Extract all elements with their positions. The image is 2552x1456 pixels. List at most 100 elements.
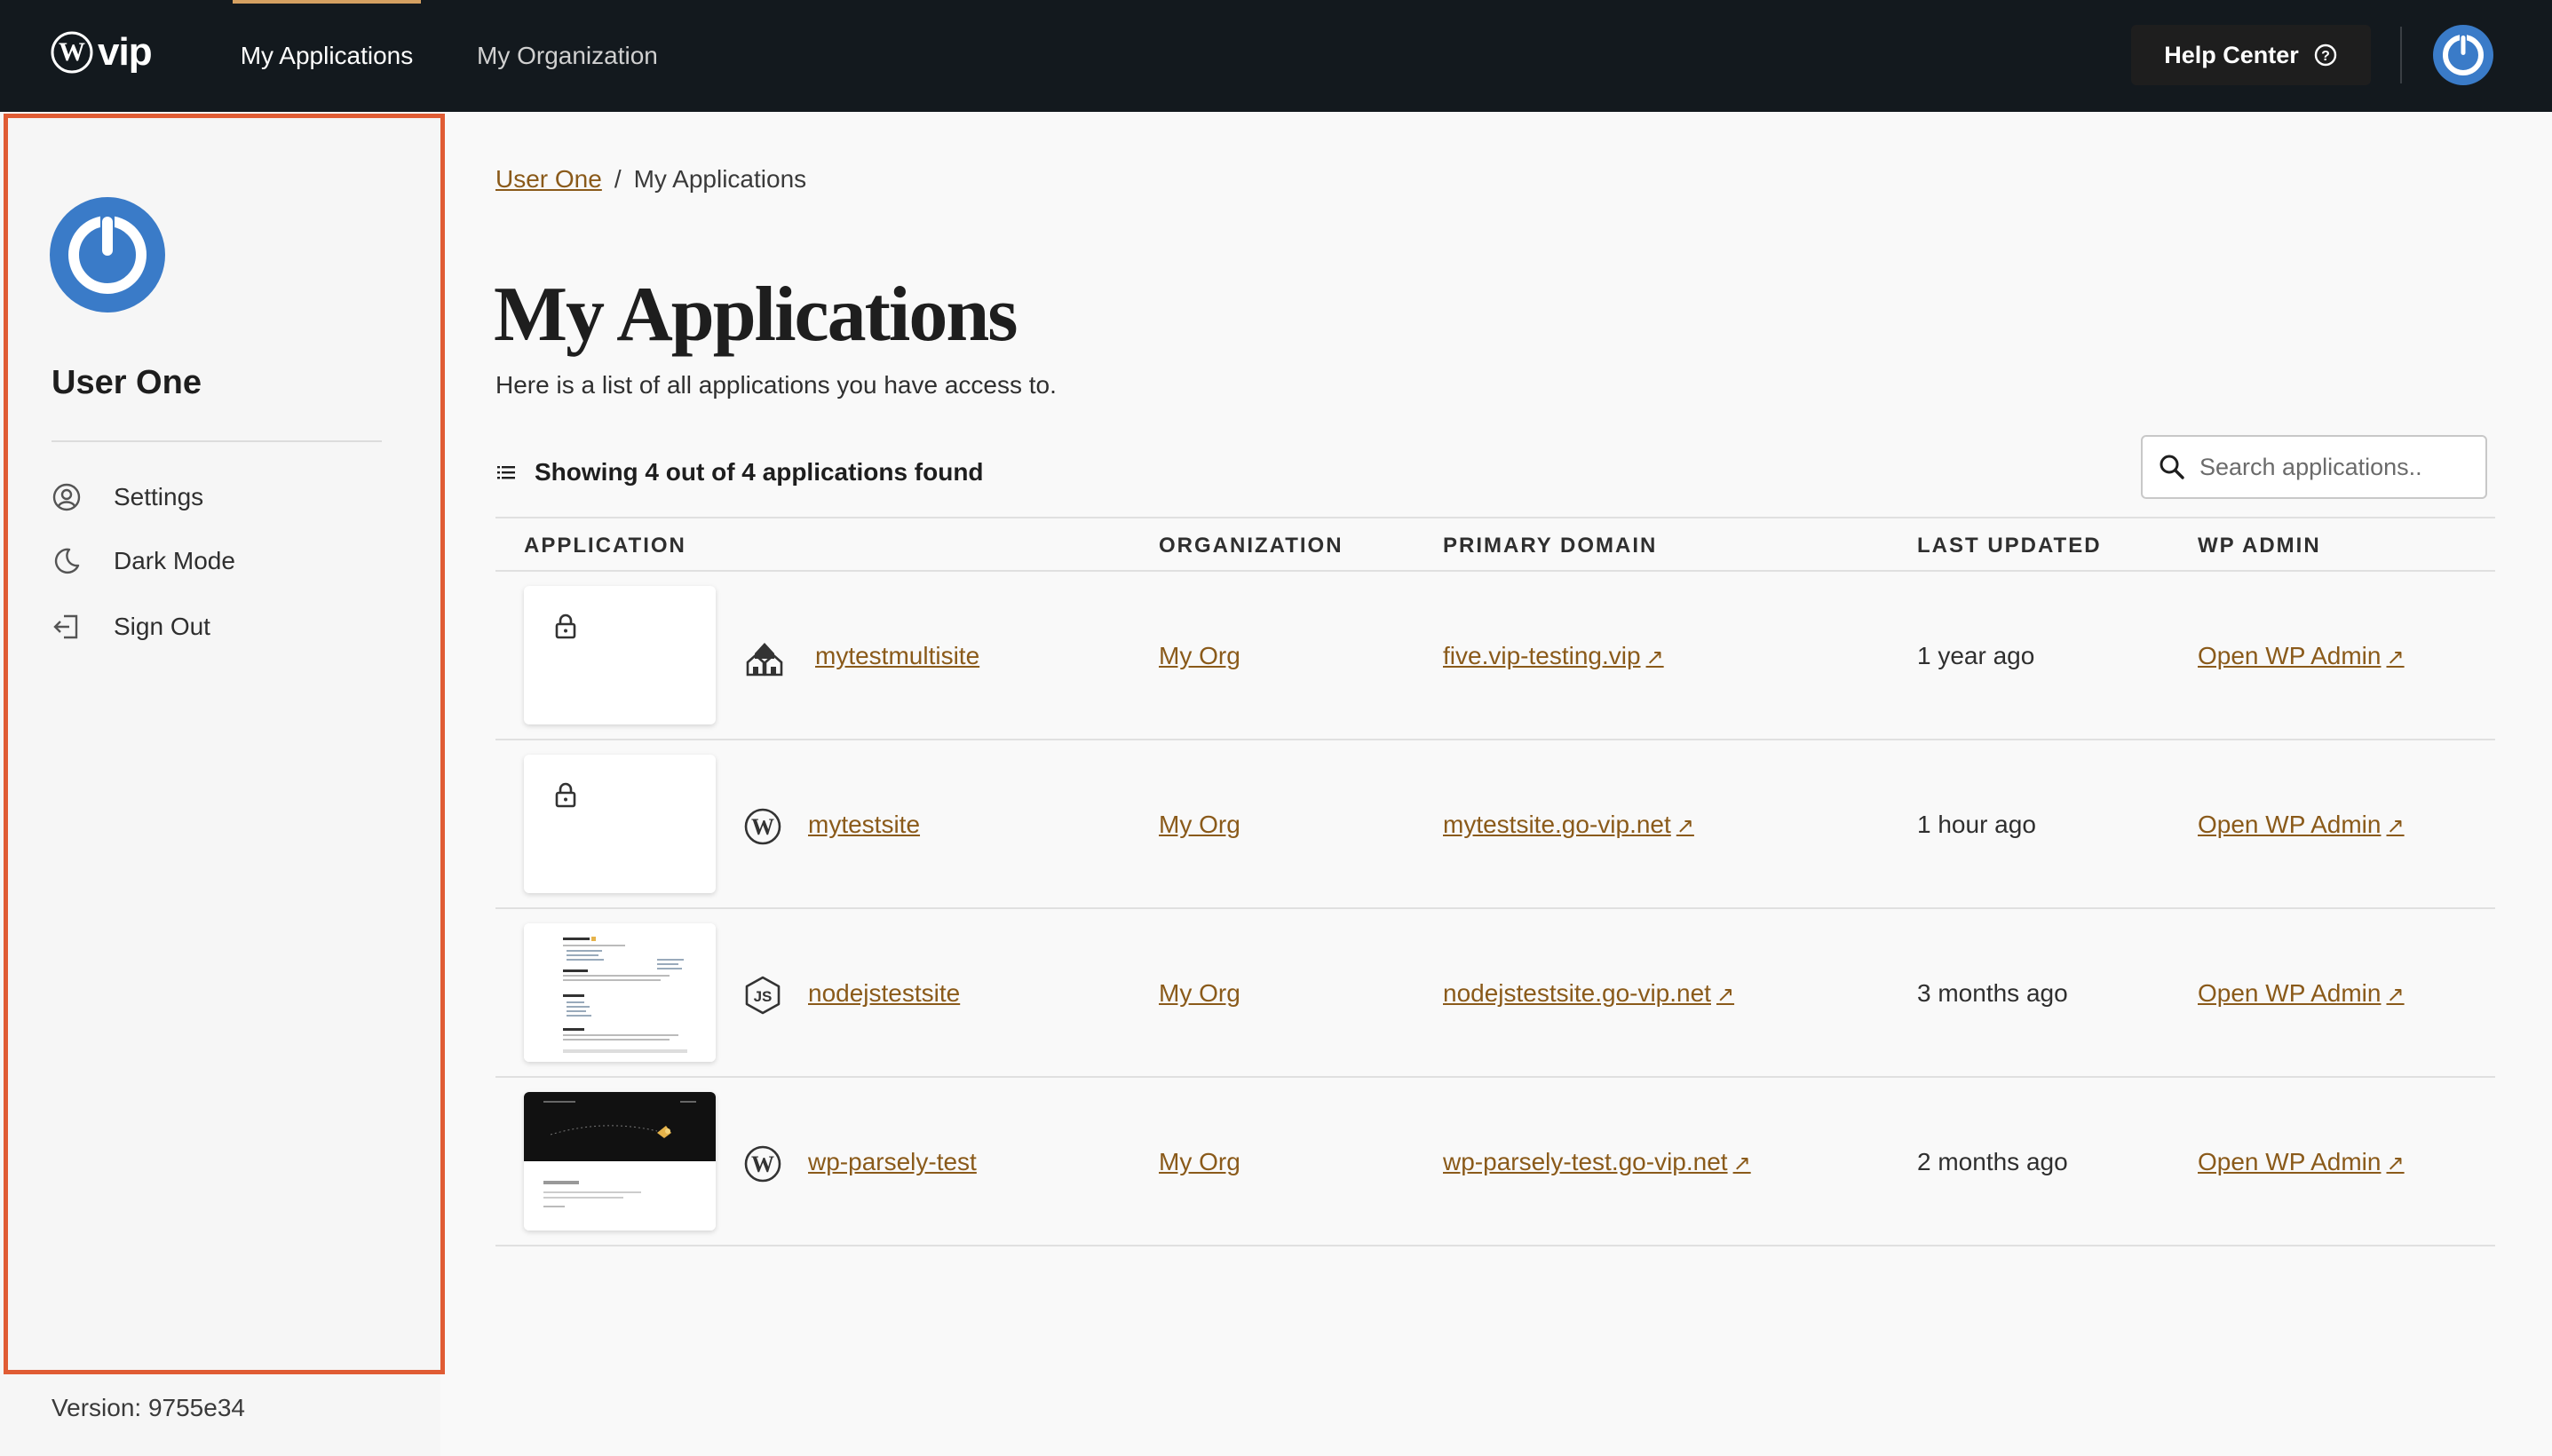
results-count: Showing 4 out of 4 applications found — [495, 458, 984, 487]
applications-table: APPLICATION ORGANIZATION PRIMARY DOMAIN … — [495, 517, 2495, 1246]
breadcrumb-user-link[interactable]: User One — [495, 165, 602, 194]
app-name-link[interactable]: mytestsite — [808, 811, 920, 839]
search-input[interactable] — [2199, 453, 2466, 481]
org-cell: My Org — [1159, 572, 1240, 740]
app-name-link[interactable]: nodejstestsite — [808, 979, 960, 1008]
sidebar-item-dark-mode[interactable]: Dark Mode — [52, 542, 235, 581]
table-header: APPLICATION ORGANIZATION PRIMARY DOMAIN … — [495, 517, 2495, 572]
nav-label: My Applications — [240, 42, 414, 69]
wp-admin-text: Open WP Admin — [2198, 642, 2382, 669]
wordpress-logo-icon: W — [51, 31, 93, 74]
logo-text: vip — [98, 30, 153, 74]
app-name-link[interactable]: mytestmultisite — [815, 642, 979, 670]
column-header-application[interactable]: APPLICATION — [524, 518, 686, 574]
domain-link[interactable]: mytestsite.go-vip.net ↗ — [1443, 811, 1694, 839]
open-wp-admin-link[interactable]: Open WP Admin ↗ — [2198, 979, 2405, 1008]
results-count-text: Showing 4 out of 4 applications found — [535, 458, 984, 486]
app-name-cell: mytestmultisite — [815, 572, 979, 740]
svg-text:W: W — [751, 814, 774, 840]
domain-text: nodejstestsite.go-vip.net — [1443, 979, 1711, 1007]
domain-text: wp-parsely-test.go-vip.net — [1443, 1148, 1728, 1175]
domain-link[interactable]: five.vip-testing.vip ↗ — [1443, 642, 1664, 670]
search-box[interactable] — [2141, 435, 2487, 499]
avatar[interactable] — [2433, 25, 2493, 85]
org-link[interactable]: My Org — [1159, 979, 1240, 1008]
vip-logo[interactable]: W vip — [50, 30, 153, 75]
sidebar-item-settings[interactable]: Settings — [52, 478, 203, 517]
column-header-domain[interactable]: PRIMARY DOMAIN — [1443, 518, 1657, 574]
sidebar-divider — [52, 440, 382, 442]
breadcrumb-separator: / — [614, 165, 622, 193]
app-thumbnail[interactable] — [524, 923, 716, 1062]
help-circle-icon: ? — [2314, 44, 2336, 67]
search-icon — [2160, 455, 2184, 479]
column-header-organization[interactable]: ORGANIZATION — [1159, 518, 1343, 574]
sidebar-item-label: Dark Mode — [114, 547, 235, 574]
external-arrow-icon: ↗ — [2386, 983, 2405, 1007]
wp-admin-text: Open WP Admin — [2198, 811, 2382, 838]
column-header-admin[interactable]: WP ADMIN — [2198, 518, 2321, 574]
help-center-button[interactable]: Help Center ? — [2131, 25, 2371, 85]
domain-cell: mytestsite.go-vip.net ↗ — [1443, 740, 1694, 909]
app-thumbnail[interactable] — [524, 1092, 716, 1230]
org-link[interactable]: My Org — [1159, 811, 1240, 839]
open-wp-admin-link[interactable]: Open WP Admin ↗ — [2198, 642, 2405, 670]
wp-admin-cell: Open WP Admin ↗ — [2198, 740, 2405, 909]
wp-admin-cell: Open WP Admin ↗ — [2198, 572, 2405, 740]
open-wp-admin-link[interactable]: Open WP Admin ↗ — [2198, 1148, 2405, 1176]
domain-text: five.vip-testing.vip — [1443, 642, 1641, 669]
page-title: My Applications — [494, 272, 1018, 358]
org-cell: My Org — [1159, 740, 1240, 909]
domain-cell: wp-parsely-test.go-vip.net ↗ — [1443, 1078, 1751, 1246]
external-arrow-icon: ↗ — [2386, 814, 2405, 838]
wordpress-icon: W — [744, 1145, 781, 1183]
sidebar-item-sign-out[interactable]: Sign Out — [52, 607, 210, 646]
last-updated-cell: 1 year ago — [1917, 642, 2035, 669]
app-thumbnail[interactable] — [524, 755, 716, 893]
list-icon — [497, 466, 515, 479]
table-row: mytestmultisite My Org five.vip-testing.… — [495, 572, 2495, 740]
sign-out-icon — [53, 614, 78, 639]
version-label: Version: 9755e34 — [52, 1394, 245, 1421]
svg-text:JS: JS — [754, 988, 773, 1005]
org-link[interactable]: My Org — [1159, 1148, 1240, 1176]
app-thumbnail[interactable] — [524, 586, 716, 724]
org-cell: My Org — [1159, 1078, 1240, 1246]
wp-admin-cell: Open WP Admin ↗ — [2198, 1078, 2405, 1246]
dark-site-screenshot-thumbnail — [524, 1092, 716, 1230]
column-header-updated[interactable]: LAST UPDATED — [1917, 518, 2102, 574]
user-avatar — [50, 197, 165, 313]
app-name-cell: mytestsite — [808, 740, 920, 909]
svg-text:?: ? — [2321, 49, 2330, 64]
last-updated-cell: 2 months ago — [1917, 1148, 2068, 1175]
external-arrow-icon: ↗ — [1732, 1151, 1751, 1175]
external-arrow-icon: ↗ — [1676, 814, 1694, 838]
domain-link[interactable]: nodejstestsite.go-vip.net ↗ — [1443, 979, 1734, 1008]
user-name: User One — [52, 364, 202, 401]
wp-admin-text: Open WP Admin — [2198, 979, 2382, 1007]
external-arrow-icon: ↗ — [1716, 983, 1735, 1007]
svg-text:W: W — [59, 37, 85, 67]
last-updated-cell: 3 months ago — [1917, 979, 2068, 1007]
sidebar-item-label: Settings — [114, 483, 204, 510]
wp-admin-text: Open WP Admin — [2198, 1148, 2382, 1175]
last-updated-cell: 1 hour ago — [1917, 811, 2036, 838]
domain-link[interactable]: wp-parsely-test.go-vip.net ↗ — [1443, 1148, 1751, 1176]
org-link[interactable]: My Org — [1159, 642, 1240, 670]
external-arrow-icon: ↗ — [2386, 645, 2405, 669]
nav-my-organization[interactable]: My Organization — [477, 0, 658, 112]
app-name-link[interactable]: wp-parsely-test — [808, 1148, 977, 1176]
multisite-icon — [746, 643, 783, 677]
open-wp-admin-link[interactable]: Open WP Admin ↗ — [2198, 811, 2405, 839]
top-divider — [2400, 27, 2402, 83]
app-name-cell: nodejstestsite — [808, 909, 960, 1078]
table-row: JS nodejstestsite My Org nodejstestsite.… — [495, 909, 2495, 1078]
org-cell: My Org — [1159, 909, 1240, 1078]
moon-icon — [54, 548, 80, 574]
wordpress-icon: W — [744, 808, 781, 845]
domain-cell: five.vip-testing.vip ↗ — [1443, 572, 1664, 740]
table-row: W wp-parsely-test My Org wp-parsely-test… — [495, 1078, 2495, 1246]
docs-screenshot-thumbnail — [524, 923, 716, 1062]
nav-my-applications[interactable]: My Applications — [233, 0, 421, 112]
breadcrumb: User One / My Applications — [495, 165, 806, 194]
